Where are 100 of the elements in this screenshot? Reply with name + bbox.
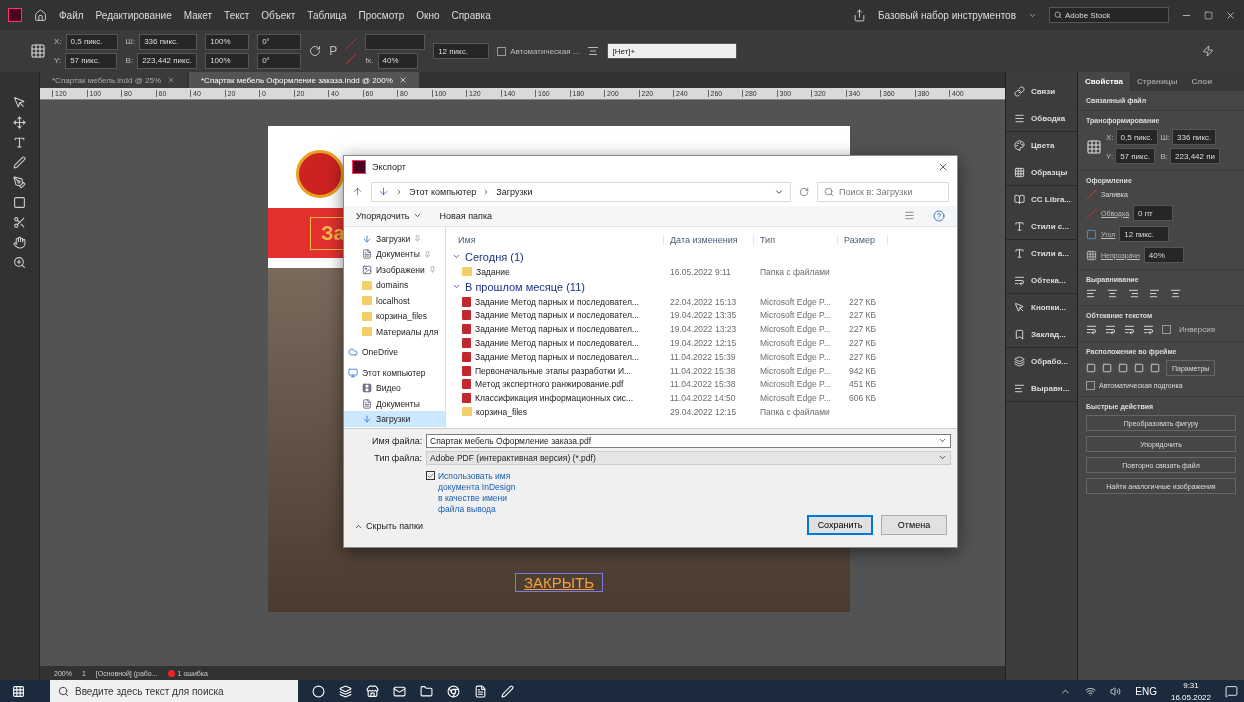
panel-dock-item[interactable]: CC Libra... — [1006, 186, 1077, 213]
tool-icon[interactable] — [13, 136, 26, 149]
nav-item[interactable]: Загрузки — [344, 411, 445, 427]
file-name-cell[interactable]: Задание Метод парных и последовател... — [452, 351, 664, 362]
angle-field[interactable]: 0° — [257, 52, 302, 69]
file-name-cell[interactable]: Задание Метод парных и последовател... — [452, 324, 664, 335]
taskbar-search-field[interactable]: Введите здесь текст для поиска — [50, 680, 298, 702]
tool-icon[interactable] — [13, 156, 26, 169]
menu-item[interactable]: Редактирование — [95, 9, 172, 21]
stroke-weight-field[interactable] — [365, 33, 426, 50]
clock-date[interactable]: 16.05.2022 — [1170, 692, 1211, 702]
menu-item[interactable]: Макет — [183, 9, 213, 21]
nav-item[interactable]: Видео — [344, 380, 445, 396]
dialog-button[interactable]: Отмена — [881, 515, 947, 535]
nav-item[interactable]: Изображени — [344, 261, 445, 278]
file-name-cell[interactable]: Задание Метод парных и последовател... — [452, 337, 664, 348]
breadcrumb-item[interactable]: Этот компьютер — [409, 186, 477, 197]
menu-item[interactable]: Объект — [261, 9, 296, 21]
autofit-checkbox[interactable] — [497, 46, 507, 56]
tool-icon[interactable] — [13, 96, 26, 109]
nav-item[interactable]: OneDrive — [344, 344, 445, 360]
stroke-field[interactable]: 0 пт — [1133, 205, 1174, 221]
panel-tab[interactable]: Слои — [1184, 72, 1220, 91]
file-type-select[interactable]: Adobe PDF (интерактивная версия) (*.pdf) — [426, 450, 951, 465]
panel-tab[interactable]: Свойства — [1078, 72, 1131, 91]
breadcrumb-item[interactable]: Загрузки — [496, 186, 533, 197]
taskbar-app-icon[interactable] — [501, 684, 514, 698]
nav-item[interactable]: Этот компьютер — [344, 364, 445, 381]
close-icon[interactable] — [167, 76, 175, 84]
angle-field[interactable]: 0° — [257, 33, 302, 50]
taskbar-app-icon[interactable] — [312, 684, 325, 698]
taskbar-app-icon[interactable] — [420, 684, 433, 698]
taskbar-app-icon[interactable] — [366, 684, 379, 698]
file-name-cell[interactable]: Метод экспертного ранжирование.pdf — [452, 379, 664, 390]
menu-item[interactable]: Просмотр — [358, 9, 405, 21]
scale-field[interactable]: 100% — [205, 33, 250, 50]
use-name-checkbox[interactable] — [426, 471, 435, 480]
dialog-button[interactable]: Сохранить — [807, 515, 873, 535]
nav-item[interactable]: Материалы для — [344, 323, 445, 340]
text-wrap-icon[interactable] — [1086, 324, 1097, 335]
fx-label[interactable]: fx. — [365, 56, 374, 65]
file-name-cell[interactable]: Классификация информационных сис... — [452, 393, 664, 404]
corner-field[interactable]: 12 пикс. — [433, 43, 490, 59]
transform-field[interactable]: 336 пикс. — [1172, 129, 1217, 145]
tool-icon[interactable] — [13, 256, 26, 269]
close-icon[interactable] — [398, 76, 407, 84]
panel-tab[interactable]: Страницы — [1130, 72, 1185, 91]
text-wrap-icon[interactable] — [1143, 324, 1154, 335]
opacity-field[interactable]: 40% — [1143, 247, 1184, 263]
column-header[interactable]: Имя — [452, 234, 664, 245]
workspace-switcher[interactable]: Базовый набор инструментов — [878, 9, 1016, 21]
align-icon[interactable] — [1086, 288, 1097, 299]
clock-time[interactable]: 9:31 — [1183, 680, 1199, 690]
menu-item[interactable]: Окно — [416, 9, 440, 21]
taskbar-app-icon[interactable] — [393, 684, 406, 698]
tool-icon[interactable] — [13, 236, 26, 249]
group-header[interactable]: В прошлом месяце (11) — [465, 280, 585, 293]
corner-field[interactable]: 12 пикс. — [1119, 226, 1170, 242]
coordinate-field[interactable]: 57 пикс. — [65, 52, 118, 69]
glyph-symbol[interactable]: P — [329, 44, 338, 58]
file-name-field[interactable]: Спартак мебель Оформление заказа.pdf — [426, 433, 951, 448]
file-name-cell[interactable]: Задание — [452, 266, 664, 277]
stock-search-field[interactable]: Adobe Stock — [1049, 7, 1169, 23]
address-bar[interactable]: Этот компьютер Загрузки — [371, 181, 791, 202]
document-tab[interactable]: *Спартак мебель.indd @ 25% — [40, 72, 187, 88]
language-indicator[interactable]: ENG — [1135, 685, 1157, 697]
file-name-cell[interactable]: Задание Метод парных и последовател... — [452, 310, 664, 321]
align-icon[interactable] — [1128, 288, 1139, 299]
group-header[interactable]: Сегодня (1) — [465, 250, 524, 263]
hide-folders-button[interactable]: Скрыть папки — [354, 521, 423, 535]
tool-icon[interactable] — [13, 196, 26, 209]
text-wrap-icon[interactable] — [1105, 324, 1116, 335]
taskbar-app-icon[interactable] — [474, 684, 487, 698]
panel-dock-item[interactable]: Кнопки... — [1006, 294, 1077, 321]
invert-checkbox[interactable] — [1162, 325, 1171, 334]
menu-item[interactable]: Текст — [224, 9, 250, 21]
scale-field[interactable]: 100% — [205, 52, 250, 69]
panel-dock-item[interactable]: Стили а... — [1006, 240, 1077, 267]
panel-dock-item[interactable]: Связи — [1006, 78, 1077, 105]
taskbar-app-icon[interactable] — [339, 684, 352, 698]
nav-item[interactable]: localhost — [344, 292, 445, 309]
auto-fit-checkbox[interactable] — [1086, 381, 1095, 390]
tool-icon[interactable] — [13, 176, 26, 189]
taskbar-app-icon[interactable] — [447, 684, 460, 698]
file-name-cell[interactable]: Первоначальные этапы разработки И... — [452, 365, 664, 376]
menu-item[interactable]: Файл — [59, 9, 84, 21]
size-field[interactable]: 336 пикс. — [139, 33, 198, 50]
transform-field[interactable]: 0,5 пикс. — [1115, 129, 1158, 145]
file-name-cell[interactable]: корзина_files — [452, 406, 664, 417]
nav-item[interactable]: Документы — [344, 395, 445, 412]
panel-dock-item[interactable]: Обрабо... — [1006, 348, 1077, 375]
nav-item[interactable]: domains — [344, 277, 445, 293]
align-icon[interactable] — [1107, 288, 1118, 299]
menu-item[interactable]: Справка — [451, 9, 491, 21]
new-folder-button[interactable]: Новая папка — [439, 210, 493, 221]
tool-icon[interactable] — [13, 116, 26, 129]
text-wrap-icon[interactable] — [1124, 324, 1135, 335]
object-style-field[interactable]: [Нет]+ — [607, 43, 738, 59]
document-tab[interactable]: *Спартак мебель Оформление заказа.indd @ 200% — [189, 72, 419, 88]
column-header[interactable]: Тип — [754, 234, 838, 245]
